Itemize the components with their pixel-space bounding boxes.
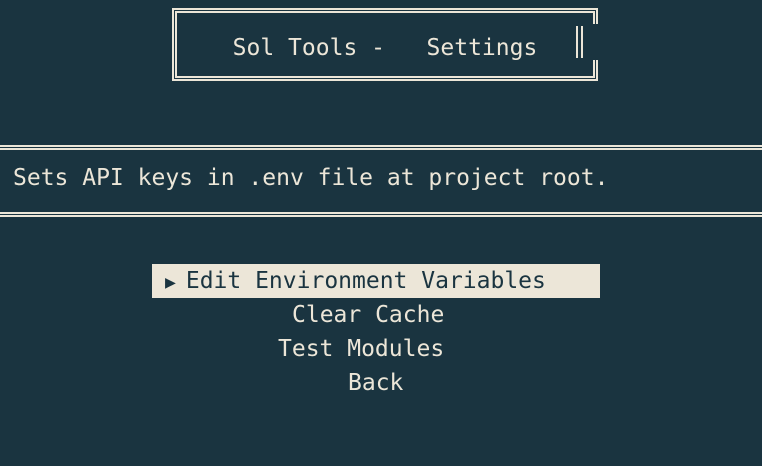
menu-item-label: Back <box>348 370 404 396</box>
description-text: Sets API keys in .env file at project ro… <box>13 165 609 191</box>
selection-arrow-icon: ▶ <box>165 272 176 293</box>
title-frame-gap <box>586 24 600 60</box>
menu-item-label: Clear Cache <box>292 302 445 328</box>
menu-item-test-modules[interactable]: Test Modules <box>278 332 444 366</box>
menu-item-clear-cache[interactable]: Clear Cache <box>292 298 444 332</box>
title-frame: Sol Tools - Settings <box>172 8 598 81</box>
menu-item-back[interactable]: Back <box>348 366 403 400</box>
menu-item-label: Test Modules <box>278 336 445 362</box>
menu-item-edit-environment-variables[interactable]: ▶ Edit Environment Variables <box>152 264 600 298</box>
menu-item-label: Edit Environment Variables <box>185 268 546 294</box>
cursor-bar-icon <box>576 26 583 58</box>
page-title: Sol Tools - Settings <box>232 35 538 61</box>
